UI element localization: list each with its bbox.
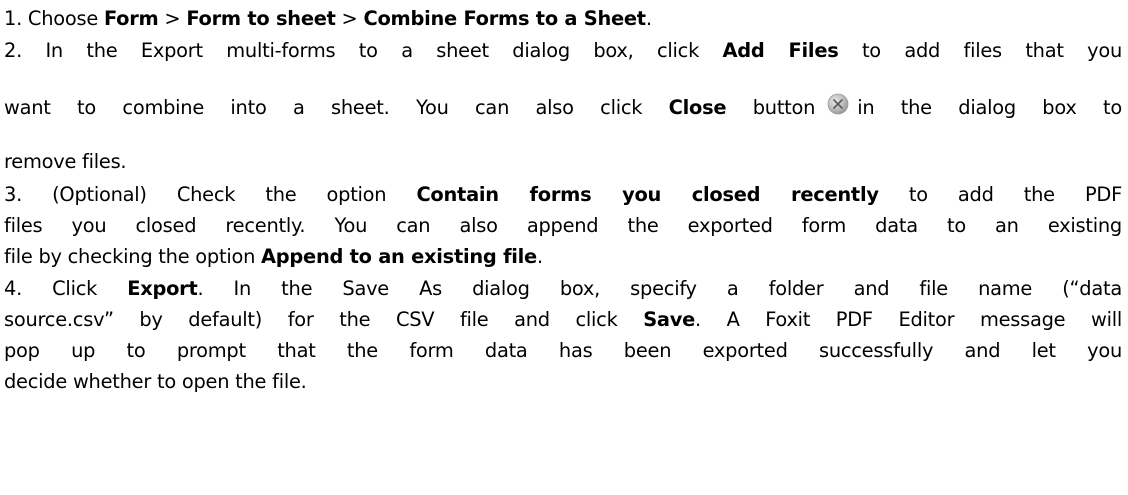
separator: > [158, 7, 187, 30]
step-2-text: remove files. [4, 150, 127, 173]
step-4-text: decide whether to open the file. [4, 370, 307, 393]
step-2-line-2: want to combine into a sheet. You can al… [4, 93, 1122, 123]
step-4-text: . In the Save As dialog box, specify a f… [197, 277, 1123, 300]
close-label: Close [668, 96, 727, 119]
step-3-line-1: 3. (Optional) Check the option Contain f… [4, 180, 1122, 210]
step-4-text: Click [22, 277, 128, 300]
export-label: Export [127, 277, 198, 300]
step-2-text: to add files that you [838, 39, 1122, 62]
step-2-line-1: 2. In the Export multi-forms to a sheet … [4, 36, 1122, 66]
step-4-line-1: 4. Click Export. In the Save As dialog b… [4, 274, 1122, 304]
step-3-text: files you closed recently. You can also … [4, 214, 1122, 237]
step-4-text: source.csv” by default) for the CSV file… [4, 308, 644, 331]
step-3-text: to add the PDF [878, 183, 1122, 206]
menu-form: Form [103, 7, 159, 30]
close-icon [827, 93, 849, 115]
period: . [645, 7, 652, 30]
step-3-line-2: files you closed recently. You can also … [4, 211, 1122, 241]
step-3-text: file by checking the option [4, 245, 262, 268]
step-4-text: . A Foxit PDF Editor message will [695, 308, 1123, 331]
menu-form-to-sheet: Form to sheet [186, 7, 336, 30]
step-1-text: Choose [22, 7, 104, 30]
step-3-line-3: file by checking the option Append to an… [4, 242, 543, 272]
step-2-text: in the dialog box to [857, 96, 1122, 119]
step-4-line-3: pop up to prompt that the form data has … [4, 336, 1122, 366]
save-label: Save [643, 308, 696, 331]
step-4-line-2: source.csv” by default) for the CSV file… [4, 305, 1122, 335]
period: . [536, 245, 543, 268]
step-1-number: 1. [4, 7, 23, 30]
separator: > [335, 7, 364, 30]
step-2-text: want to combine into a sheet. You can al… [4, 96, 669, 119]
step-3-text: (Optional) Check the option [22, 183, 417, 206]
step-4-line-4: decide whether to open the file. [4, 367, 307, 397]
contain-forms-label: Contain forms you closed recently [416, 183, 879, 206]
step-4-text: pop up to prompt that the form data has … [4, 339, 1122, 362]
step-1: 1. Choose Form > Form to sheet > Combine… [4, 4, 652, 34]
step-3-number: 3. [4, 183, 23, 206]
menu-combine-forms: Combine Forms to a Sheet [363, 7, 646, 30]
step-2-text: In the Export multi-forms to a sheet dia… [22, 39, 723, 62]
step-2-number: 2. [4, 39, 23, 62]
append-label: Append to an existing file [261, 245, 537, 268]
step-2-text: button [726, 96, 816, 119]
add-files-label: Add Files [722, 39, 839, 62]
step-4-number: 4. [4, 277, 23, 300]
document-page: 1. Choose Form > Form to sheet > Combine… [0, 0, 1128, 495]
step-2-line-3: remove files. [4, 147, 127, 177]
